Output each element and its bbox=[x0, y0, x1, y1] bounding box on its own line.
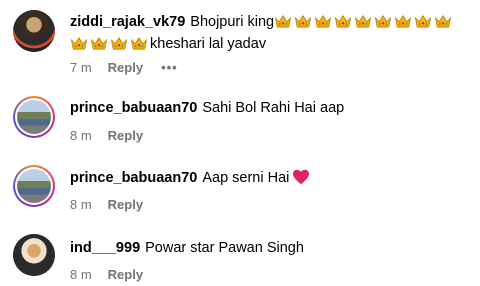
avatar[interactable] bbox=[13, 165, 55, 207]
crown-icon bbox=[355, 15, 372, 28]
crown-icon bbox=[275, 15, 292, 28]
avatar-inner bbox=[15, 98, 53, 136]
comment-text: ziddi_rajak_vk79 Bhojpuri king bbox=[70, 12, 454, 32]
comment-meta: 8 m Reply bbox=[70, 128, 143, 143]
crown-emoji-group bbox=[274, 14, 454, 30]
avatar[interactable] bbox=[13, 96, 55, 138]
avatar-inner bbox=[15, 167, 53, 205]
comment-username[interactable]: ziddi_rajak_vk79 bbox=[70, 14, 185, 30]
crown-icon bbox=[315, 15, 332, 28]
crown-icon bbox=[335, 15, 352, 28]
crown-icon bbox=[375, 15, 392, 28]
comment-username[interactable]: prince_babuaan70 bbox=[70, 170, 197, 186]
avatar-image bbox=[13, 234, 55, 276]
comment-body: Powar star Pawan Singh bbox=[145, 240, 304, 256]
comment-username[interactable]: prince_babuaan70 bbox=[70, 100, 197, 116]
crown-icon bbox=[130, 37, 148, 50]
avatar-image bbox=[13, 10, 55, 52]
avatar[interactable] bbox=[13, 234, 55, 276]
comment-time: 8 m bbox=[70, 197, 92, 212]
comment-body: Aap serni Hai bbox=[202, 170, 290, 186]
comment-time: 8 m bbox=[70, 267, 92, 282]
crown-icon bbox=[395, 15, 412, 28]
comment-text: prince_babuaan70 Sahi Bol Rahi Hai aap bbox=[70, 98, 344, 118]
more-options-icon[interactable]: ••• bbox=[161, 60, 178, 75]
comment-body: Sahi Bol Rahi Hai aap bbox=[202, 100, 345, 116]
comment-text: prince_babuaan70 Aap serni Hai bbox=[70, 168, 310, 191]
comment-meta: 8 m Reply bbox=[70, 197, 143, 212]
comment-username[interactable]: ind___999 bbox=[70, 240, 140, 256]
crown-icon bbox=[295, 15, 312, 28]
crown-icon bbox=[110, 37, 128, 50]
comment-body: Bhojpuri king bbox=[190, 14, 275, 30]
crown-emoji-group bbox=[70, 36, 150, 52]
reply-button[interactable]: Reply bbox=[108, 197, 143, 212]
avatar[interactable] bbox=[13, 10, 55, 52]
comment-text-continued: kheshari lal yadav bbox=[70, 34, 266, 54]
red-heart-icon bbox=[292, 169, 310, 191]
crown-icon bbox=[435, 15, 452, 28]
crown-icon bbox=[90, 37, 108, 50]
comment-time: 8 m bbox=[70, 128, 92, 143]
crown-icon bbox=[70, 37, 88, 50]
crown-icon bbox=[415, 15, 432, 28]
reply-button[interactable]: Reply bbox=[108, 60, 143, 75]
reply-button[interactable]: Reply bbox=[108, 267, 143, 282]
comment-meta: 8 m Reply bbox=[70, 267, 143, 282]
avatar-image bbox=[17, 100, 51, 134]
comment-meta: 7 m Reply ••• bbox=[70, 60, 178, 75]
comment-text: ind___999 Powar star Pawan Singh bbox=[70, 238, 304, 258]
comment-body-continued: kheshari lal yadav bbox=[150, 36, 267, 52]
avatar-image bbox=[17, 169, 51, 203]
comment-time: 7 m bbox=[70, 60, 92, 75]
reply-button[interactable]: Reply bbox=[108, 128, 143, 143]
